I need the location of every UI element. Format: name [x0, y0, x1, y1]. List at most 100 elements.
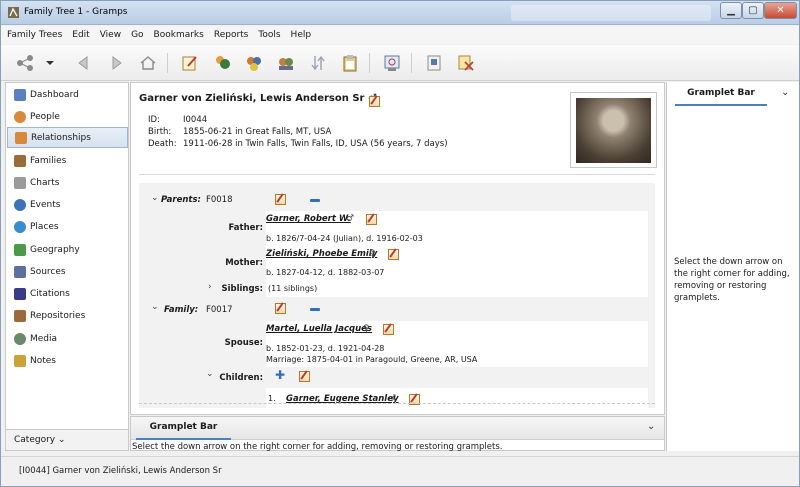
maximize-button[interactable]: ▢ [742, 2, 764, 19]
add-family-icon[interactable] [243, 53, 265, 73]
sidebar-item-label: Citations [30, 288, 70, 299]
sidebar-item-events[interactable]: Events [7, 194, 128, 215]
tab-gramplet-bar[interactable]: Gramplet Bar [136, 422, 231, 440]
dashboard-icon [14, 88, 26, 101]
sidebar-item-geography[interactable]: Geography [7, 239, 128, 260]
scroll-edge [139, 403, 655, 404]
citations-icon [14, 287, 26, 300]
home-icon[interactable] [137, 53, 159, 73]
child-box: 1. Garner, Eugene Stanley ♂ [266, 388, 648, 408]
child-index: 1. [268, 394, 276, 403]
relationships-icon [15, 131, 27, 144]
add-parents-icon[interactable] [275, 53, 297, 73]
edit-father-icon[interactable] [366, 214, 377, 225]
sidebar-item-media[interactable]: Media [7, 328, 128, 349]
edit-mother-icon[interactable] [388, 249, 399, 260]
sidebar-item-charts[interactable]: Charts [7, 172, 128, 193]
status-bar: [I0044] Garner von Zieliński, Lewis Ande… [1, 456, 799, 486]
edit-family-icon[interactable] [275, 303, 286, 314]
clipboard-icon[interactable] [339, 53, 361, 73]
close-icon: ✕ [776, 5, 785, 16]
tree-view-icon[interactable] [15, 53, 37, 73]
category-selector[interactable]: Category ⌄ [5, 429, 129, 451]
father-label: Father: [228, 223, 263, 233]
siblings-label: Siblings: [221, 284, 263, 294]
sidebar-item-places[interactable]: Places [7, 216, 128, 237]
death-value: 1911-06-28 in Twin Falls, Twin Falls, ID… [183, 139, 448, 149]
edit-parents-icon[interactable] [275, 194, 286, 205]
sidebar-item-label: Dashboard [30, 89, 79, 100]
tab-label: Gramplet Bar [687, 88, 755, 98]
menu-tools[interactable]: Tools [258, 30, 280, 40]
children-label: Children: [219, 373, 263, 383]
geography-icon [14, 243, 26, 256]
tool-icon[interactable] [423, 53, 445, 73]
menu-bookmarks[interactable]: Bookmarks [154, 30, 204, 40]
remove-family-icon[interactable] [310, 308, 320, 311]
expander-down-icon[interactable]: ⌄ [151, 193, 159, 203]
menu-view[interactable]: View [100, 30, 121, 40]
add-existing-child-icon[interactable] [299, 371, 310, 382]
sidebar-item-relationships[interactable]: Relationships [7, 127, 128, 148]
back-icon[interactable] [73, 53, 95, 73]
edit-icon[interactable] [179, 53, 201, 73]
tab-header: Gramplet Bar ⌄ [131, 417, 664, 440]
dropdown-arrow-icon[interactable] [43, 53, 57, 73]
chevron-down-icon: ⌄ [58, 435, 66, 445]
chevron-down-icon[interactable]: ⌄ [647, 421, 655, 432]
menu-bar: Family Trees Edit View Go Bookmarks Repo… [1, 26, 799, 44]
person-photo[interactable] [570, 92, 657, 168]
menu-reports[interactable]: Reports [214, 30, 249, 40]
id-label: ID: [148, 115, 160, 125]
edit-spouse-icon[interactable] [383, 324, 394, 335]
menu-go[interactable]: Go [131, 30, 143, 40]
gramps-app-icon [8, 7, 19, 18]
report-icon[interactable] [381, 53, 403, 73]
sidebar-item-notes[interactable]: Notes [7, 350, 128, 371]
expander-down-icon[interactable]: ⌄ [151, 302, 159, 312]
cut-icon[interactable] [455, 53, 477, 73]
father-box: Garner, Robert W. ♂ b. 1826/7-04-24 (Jul… [266, 211, 648, 247]
minimize-button[interactable]: ▁ [720, 2, 742, 19]
chevron-down-icon[interactable]: ⌄ [781, 87, 789, 98]
family-label: Family: [164, 305, 199, 315]
window-title: Family Tree 1 - Gramps [24, 7, 128, 17]
add-person-icon[interactable] [211, 53, 233, 73]
sidebar-item-label: Families [30, 155, 67, 166]
birth-label: Birth: [148, 127, 172, 137]
sidebar-item-people[interactable]: People [7, 106, 128, 127]
gramplet-hint: Select the down arrow on the right corne… [132, 442, 503, 452]
forward-icon[interactable] [105, 53, 127, 73]
menu-family-trees[interactable]: Family Trees [7, 30, 62, 40]
tab-gramplet-bar[interactable]: Gramplet Bar [675, 88, 767, 106]
charts-icon [14, 176, 26, 189]
sidebar-item-citations[interactable]: Citations [7, 283, 128, 304]
tab-label: Gramplet Bar [149, 422, 218, 432]
siblings-count[interactable]: (11 siblings) [268, 284, 317, 293]
menu-help[interactable]: Help [291, 30, 312, 40]
remove-parents-icon[interactable] [310, 199, 320, 202]
media-icon [14, 332, 26, 345]
person-name[interactable]: Garner von Zieliński, Lewis Anderson Sr [139, 93, 364, 104]
sidebar-item-sources[interactable]: Sources [7, 261, 128, 282]
sidebar-item-families[interactable]: Families [7, 150, 128, 171]
marriage-info: Marriage: 1875-04-01 in Paragould, Green… [266, 355, 478, 364]
spouse-name[interactable]: Martel, Luella Jacques [266, 324, 372, 334]
father-name[interactable]: Garner, Robert W. [266, 214, 351, 224]
sidebar-item-dashboard[interactable]: Dashboard [7, 84, 128, 105]
people-icon [14, 110, 26, 123]
close-button[interactable]: ✕ [764, 2, 797, 19]
mother-name[interactable]: Zieliński, Phoebe Emily [266, 249, 377, 259]
mother-box: Zieliński, Phoebe Emily ♀ b. 1827-04-12,… [266, 247, 648, 281]
places-icon [14, 220, 26, 233]
mother-label: Mother: [225, 258, 263, 268]
status-text: [I0044] Garner von Zieliński, Lewis Ande… [19, 466, 222, 476]
menu-edit[interactable]: Edit [72, 30, 89, 40]
female-symbol: ♀ [363, 324, 370, 334]
edit-person-icon[interactable] [369, 96, 380, 107]
add-child-icon[interactable]: ✚ [275, 368, 285, 382]
reorder-icon[interactable] [307, 53, 329, 73]
sidebar-item-repositories[interactable]: Repositories [7, 305, 128, 326]
toolbar-separator [411, 53, 412, 73]
divider [139, 174, 655, 175]
